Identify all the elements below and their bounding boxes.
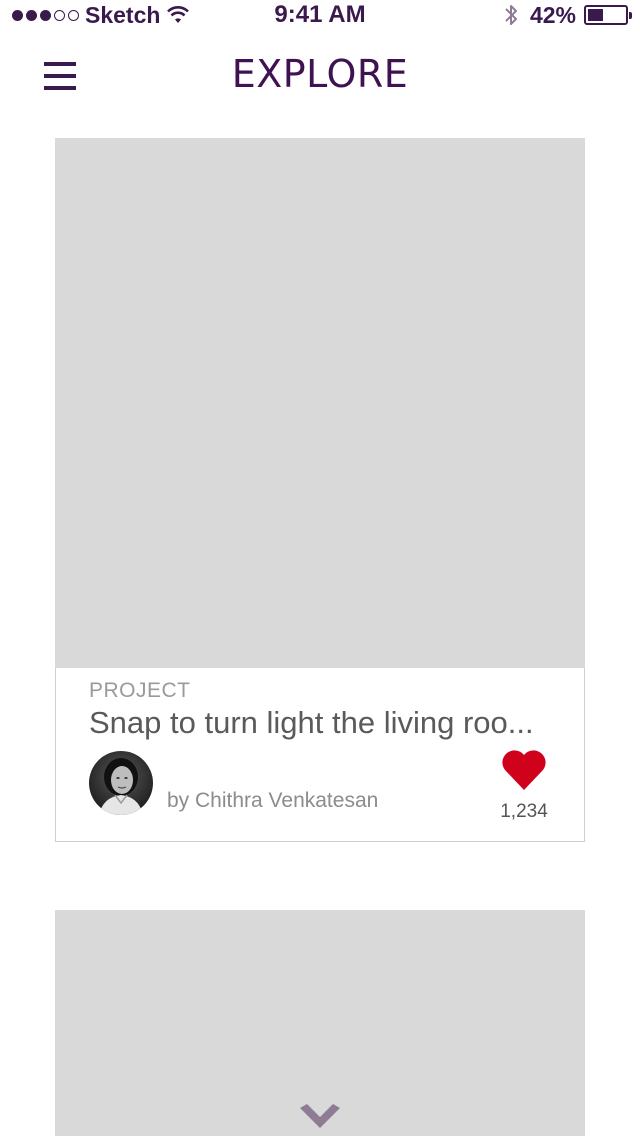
status-right: 42% [504,0,632,30]
explore-screen: Sketch 9:41 AM 42% EXPLORE PROJECT Snap … [0,0,640,1136]
battery-fill [588,9,604,21]
battery-icon [584,5,632,25]
card-category: PROJECT [89,679,191,702]
page-title: EXPLORE [231,52,409,96]
avatar-photo [89,751,153,815]
card-image-placeholder[interactable] [55,910,585,1136]
avatar[interactable] [89,751,153,815]
chevron-down-icon[interactable] [298,1104,342,1132]
project-card[interactable]: PROJECT Snap to turn light the living ro… [55,138,585,842]
battery-percent: 42% [529,1,576,28]
nav-bar: EXPLORE [0,40,640,112]
card-image-placeholder[interactable] [55,138,585,668]
battery-tip [629,12,632,19]
status-bar: Sketch 9:41 AM 42% [0,0,640,30]
card-title[interactable]: Snap to turn light the living roo... [89,705,534,741]
like-count: 1,234 [500,801,548,822]
heart-icon[interactable] [500,747,548,791]
bluetooth-icon [505,5,517,25]
author-name[interactable]: by Chithra Venkatesan [167,789,378,813]
